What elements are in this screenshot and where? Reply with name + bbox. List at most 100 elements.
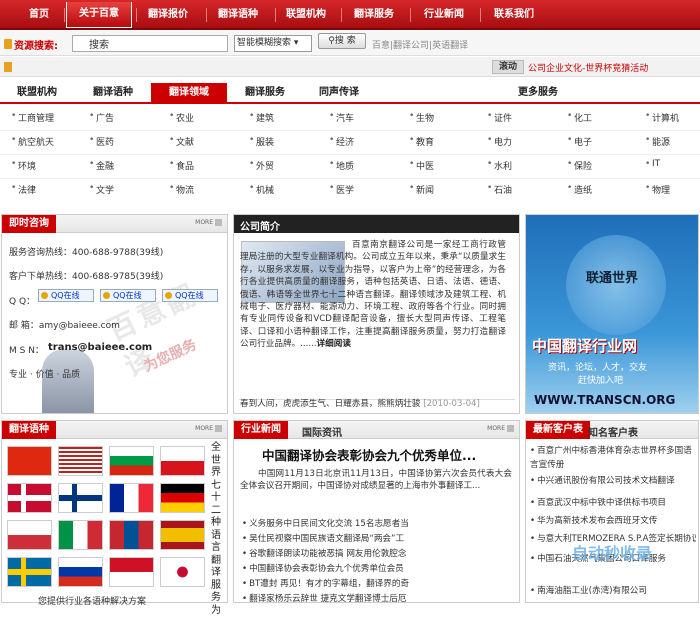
usa-flag[interactable] bbox=[58, 446, 103, 476]
tab-industry-news[interactable]: 行业新闻 bbox=[234, 421, 288, 439]
field-item[interactable]: 水利 bbox=[487, 159, 512, 172]
ticker-text[interactable]: 公司企业文化-世界杯竞猜活动 bbox=[528, 61, 648, 74]
france-flag[interactable] bbox=[109, 483, 154, 513]
client-item[interactable]: 中兴通讯股份有限公司技术文档翻译 bbox=[530, 474, 696, 486]
field-item[interactable]: 金融 bbox=[89, 159, 114, 172]
intro-header: 公司简介 bbox=[234, 215, 519, 233]
finland-flag[interactable] bbox=[58, 483, 103, 513]
intro-detail-link[interactable]: 详细阅读 bbox=[317, 339, 351, 349]
news-item[interactable]: 翻译家杨乐云辞世 捷克文学翻译博士后厄 bbox=[242, 592, 514, 604]
search-input[interactable] bbox=[72, 35, 228, 52]
intro-news-link[interactable]: 春到人间，虎虎添生气、日耀赤县，熊熊炳壮骏 [2010-03-04] bbox=[240, 397, 480, 409]
field-item[interactable]: 医学 bbox=[329, 183, 354, 196]
field-item[interactable]: 文献 bbox=[169, 135, 194, 148]
nav-contact[interactable]: 联系我们 bbox=[486, 0, 542, 30]
bulgaria-flag[interactable] bbox=[109, 446, 154, 476]
field-item[interactable]: 中医 bbox=[409, 159, 434, 172]
field-item[interactable]: 工商管理 bbox=[11, 111, 54, 124]
tab-latest-clients[interactable]: 最新客户表 bbox=[526, 421, 590, 439]
client-item[interactable]: 百意广州中标香港体育杂志世界杯多国语言宣传册 bbox=[530, 444, 696, 472]
tab-languages[interactable]: 翻译语种 bbox=[76, 84, 150, 102]
search-bar-icon bbox=[4, 39, 12, 49]
tab-intl-news[interactable]: 国际资讯 bbox=[302, 424, 342, 439]
field-item[interactable]: 经济 bbox=[329, 135, 354, 148]
field-item[interactable]: 造纸 bbox=[567, 183, 592, 196]
consult-more-link[interactable]: MORE bbox=[195, 219, 222, 226]
germany-flag[interactable] bbox=[160, 483, 205, 513]
nav-home[interactable]: 首页 bbox=[18, 0, 60, 30]
field-item[interactable]: 法律 bbox=[11, 183, 36, 196]
sweden-flag[interactable] bbox=[7, 557, 52, 587]
field-item[interactable]: 物流 bbox=[169, 183, 194, 196]
field-item[interactable]: 保险 bbox=[567, 159, 592, 172]
news-more-link[interactable]: MORE bbox=[487, 425, 514, 432]
field-item[interactable]: 电力 bbox=[487, 135, 512, 148]
tab-services[interactable]: 翻译服务 bbox=[228, 84, 302, 102]
tab-fields[interactable]: 翻译领域 bbox=[151, 83, 227, 103]
field-item[interactable]: 物理 bbox=[645, 183, 670, 196]
search-hot-links[interactable]: 百意|翻译公司|英语翻译 bbox=[372, 38, 468, 51]
field-item[interactable]: 计算机 bbox=[645, 111, 679, 124]
qq-online-button-1[interactable]: QQ在线 bbox=[38, 289, 94, 302]
transcn-ad-banner[interactable]: 联通世界 中国翻译行业网 资讯，论坛，人才，交友 赶快加入吧 WWW.TRANS… bbox=[525, 214, 699, 414]
msn-link[interactable]: trans@baieee.com bbox=[48, 342, 152, 353]
qq-online-button-3[interactable]: QQ在线 bbox=[162, 289, 218, 302]
field-item[interactable]: 航空航天 bbox=[11, 135, 54, 148]
field-item[interactable]: 化工 bbox=[567, 111, 592, 124]
tab-famous-clients[interactable]: 知名客户表 bbox=[588, 424, 638, 439]
poland-flag[interactable] bbox=[7, 520, 52, 550]
field-item[interactable]: 文学 bbox=[89, 183, 114, 196]
mongolia-flag[interactable] bbox=[109, 520, 154, 550]
ad-line4: 赶快加入吧 bbox=[578, 376, 624, 386]
field-item[interactable]: 环境 bbox=[11, 159, 36, 172]
nav-languages[interactable]: 翻译语种 bbox=[210, 0, 266, 30]
field-item[interactable]: 证件 bbox=[487, 111, 512, 124]
client-item[interactable]: 华为高新技术发布会西班牙文传 bbox=[530, 514, 696, 526]
tab-alliance[interactable]: 联盟机构 bbox=[0, 84, 74, 102]
field-item[interactable]: 服装 bbox=[249, 135, 274, 148]
field-item[interactable]: 教育 bbox=[409, 135, 434, 148]
nav-news[interactable]: 行业新闻 bbox=[416, 0, 472, 30]
italy-flag[interactable] bbox=[58, 520, 103, 550]
denmark-flag[interactable] bbox=[7, 483, 52, 513]
spain-flag[interactable] bbox=[160, 520, 205, 550]
news-headline[interactable]: 中国翻译协会表彰协会九个优秀单位... bbox=[262, 445, 476, 464]
nav-about[interactable]: 关于百意 bbox=[66, 2, 132, 28]
client-item[interactable]: 南海油脂工业(赤湾)有限公司 bbox=[530, 584, 696, 596]
field-item[interactable]: 生物 bbox=[409, 111, 434, 124]
news-item[interactable]: BT遭封 再见！有才的字幕组，翻译界的奇 bbox=[242, 577, 514, 589]
field-item[interactable]: 医药 bbox=[89, 135, 114, 148]
languages-more-link[interactable]: MORE bbox=[195, 425, 222, 432]
search-button[interactable]: ⚲搜 索 bbox=[318, 33, 366, 49]
russia-flag[interactable] bbox=[58, 557, 103, 587]
field-item[interactable]: 汽车 bbox=[329, 111, 354, 124]
field-item[interactable]: 石油 bbox=[487, 183, 512, 196]
nav-quote[interactable]: 翻译报价 bbox=[140, 0, 196, 30]
field-item[interactable]: IT bbox=[645, 159, 660, 169]
field-item[interactable]: 电子 bbox=[567, 135, 592, 148]
client-item[interactable]: 百意武汉中标中铁中译供标书项目 bbox=[530, 496, 696, 508]
indonesia-flag[interactable] bbox=[109, 557, 154, 587]
field-item[interactable]: 新闻 bbox=[409, 183, 434, 196]
nav-services[interactable]: 翻译服务 bbox=[346, 0, 402, 30]
news-item[interactable]: 吴仕民视察中国民族语文翻译局“两会”工 bbox=[242, 532, 514, 544]
field-item[interactable]: 外贸 bbox=[249, 159, 274, 172]
news-item[interactable]: 谷歌翻译朗读功能被恶搞 网友用伦敦腔念 bbox=[242, 547, 514, 559]
field-item[interactable]: 地质 bbox=[329, 159, 354, 172]
nav-alliance[interactable]: 联盟机构 bbox=[278, 0, 334, 30]
czech-flag[interactable] bbox=[160, 446, 205, 476]
china-flag[interactable] bbox=[7, 446, 52, 476]
tab-more[interactable]: 更多服务 bbox=[376, 84, 700, 102]
korea-flag[interactable] bbox=[160, 557, 205, 587]
field-item[interactable]: 广告 bbox=[89, 111, 114, 124]
search-mode-select[interactable]: 智能模糊搜索 ▾ bbox=[234, 35, 312, 52]
field-item[interactable]: 建筑 bbox=[249, 111, 274, 124]
field-item[interactable]: 农业 bbox=[169, 111, 194, 124]
field-item[interactable]: 食品 bbox=[169, 159, 194, 172]
field-item[interactable]: 能源 bbox=[645, 135, 670, 148]
news-item[interactable]: 义务服务中日民间文化交流 15名志愿者当 bbox=[242, 517, 514, 529]
qq-online-button-2[interactable]: QQ在线 bbox=[100, 289, 156, 302]
field-item[interactable]: 机械 bbox=[249, 183, 274, 196]
tab-interpreting[interactable]: 同声传译 bbox=[302, 84, 376, 102]
news-item[interactable]: 中国翻译协会表彰协会九个优秀单位会员 bbox=[242, 562, 514, 574]
